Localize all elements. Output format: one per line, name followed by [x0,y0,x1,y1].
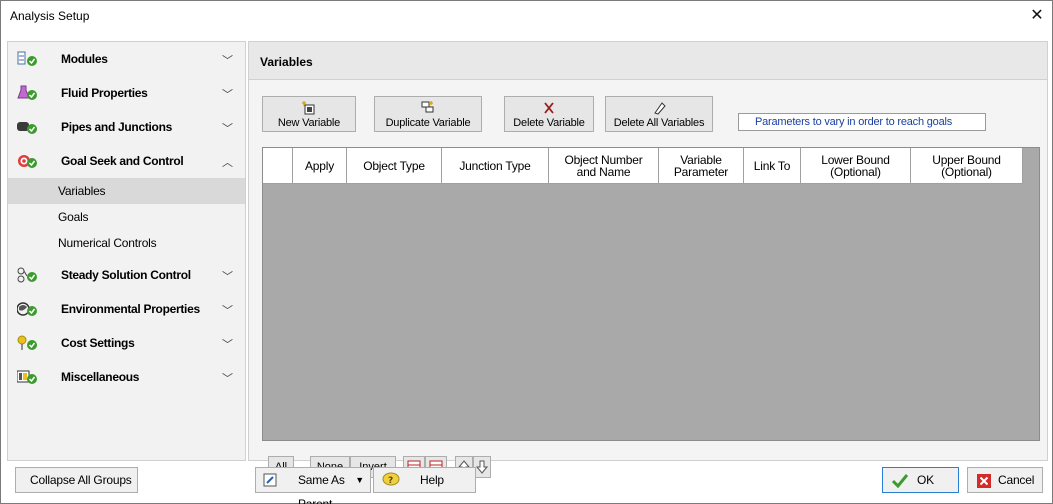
panel-header: Variables [249,42,1047,80]
delete-x-icon [505,101,593,115]
same-as-parent-dropdown[interactable]: Same As Parent ▼ [255,467,371,504]
variables-panel: Variables New Variable Duplicate Variabl… [248,41,1048,478]
chevron-down-icon: ﹀ [222,373,233,385]
column-header-select [263,148,293,184]
sidebar-group-label: Environmental Properties [61,302,200,316]
button-label: Delete All Variables [613,117,705,129]
sidebar-group-fluid-properties[interactable]: Fluid Properties ﹀ [8,76,245,110]
close-icon[interactable]: ✕ [1026,5,1048,27]
modules-icon [17,50,39,68]
delete-variable-button[interactable]: Delete Variable [504,96,594,132]
chevron-down-icon: ﹀ [222,339,233,351]
sidebar-group-miscellaneous[interactable]: Miscellaneous ﹀ [8,360,245,394]
ok-label: OK [917,473,934,487]
duplicate-icon [375,101,481,115]
ok-button[interactable]: OK [882,467,959,493]
column-header-apply[interactable]: Apply [293,148,347,184]
chevron-down-icon: ﹀ [222,55,233,67]
sidebar-group-environmental-properties[interactable]: Environmental Properties ﹀ [8,292,245,326]
button-label: Delete Variable [513,117,585,129]
globe-icon [16,300,39,318]
sidebar: Modules ﹀ Fluid Properties ﹀ Pipes and J… [7,41,246,461]
miscellaneous-icon [16,368,39,386]
chevron-down-icon: ﹀ [222,271,233,283]
new-variable-icon [263,101,355,115]
cancel-x-icon [977,474,991,488]
column-header-junction-type[interactable]: Junction Type [442,148,549,184]
new-variable-button[interactable]: New Variable [262,96,356,132]
sidebar-group-label: Fluid Properties [61,86,148,100]
sidebar-group-label: Steady Solution Control [61,268,191,282]
column-header-variable-parameter[interactable]: Variable Parameter [659,148,744,184]
sidebar-item-numerical-controls[interactable]: Numerical Controls [8,230,245,256]
chevron-up-icon: ︿ [222,157,233,169]
svg-text:?: ? [388,476,393,486]
button-label: Duplicate Variable [385,117,471,129]
solution-control-icon [17,266,39,284]
sidebar-group-label: Goal Seek and Control [61,154,184,168]
column-header-lower-bound[interactable]: Lower Bound (Optional) [801,148,911,184]
sidebar-group-goal-seek-and-control[interactable]: Goal Seek and Control ︿ [8,144,245,178]
title-bar: Analysis Setup ✕ [1,1,1052,31]
help-label: Help [420,473,444,487]
sidebar-item-variables[interactable]: Variables [8,178,245,204]
cost-icon [17,334,39,352]
sidebar-group-label: Miscellaneous [61,370,140,384]
delete-all-variables-button[interactable]: Delete All Variables [605,96,713,132]
table-header: Apply Object Type Junction Type Object N… [263,148,1039,184]
dropdown-arrow-icon: ▼ [355,475,364,485]
chevron-down-icon: ﹀ [222,89,233,101]
column-header-object-type[interactable]: Object Type [347,148,442,184]
pipe-icon [17,118,39,136]
flask-icon [17,84,39,102]
sidebar-group-pipes-and-junctions[interactable]: Pipes and Junctions ﹀ [8,110,245,144]
sidebar-item-goals[interactable]: Goals [8,204,245,230]
edit-icon [263,473,277,487]
duplicate-variable-button[interactable]: Duplicate Variable [374,96,482,132]
analysis-setup-window: Analysis Setup ✕ Modules ﹀ Fluid Propert… [0,0,1053,504]
cancel-button[interactable]: Cancel [967,467,1043,493]
column-header-link-to[interactable]: Link To [744,148,801,184]
header-filler [1023,148,1039,184]
variables-table[interactable]: Apply Object Type Junction Type Object N… [262,147,1040,441]
collapse-all-groups-button[interactable]: Collapse All Groups [15,467,138,493]
help-button[interactable]: ? Help [373,467,476,493]
column-header-object-number-and-name[interactable]: Object Number and Name [549,148,659,184]
sidebar-group-label: Modules [61,52,108,66]
sidebar-group-label: Pipes and Junctions [61,120,172,134]
panel-title: Variables [260,55,313,69]
sidebar-group-steady-solution-control[interactable]: Steady Solution Control ﹀ [8,258,245,292]
column-header-upper-bound[interactable]: Upper Bound (Optional) [911,148,1023,184]
sidebar-group-cost-settings[interactable]: Cost Settings ﹀ [8,326,245,360]
window-title: Analysis Setup [10,9,90,23]
help-icon: ? [382,472,400,486]
check-icon [892,474,908,488]
arrow-down-icon [475,460,489,474]
variables-hint: Parameters to vary in order to reach goa… [738,113,986,131]
chevron-down-icon: ﹀ [222,305,233,317]
sidebar-group-label: Cost Settings [61,336,135,350]
eraser-icon [606,101,712,115]
chevron-down-icon: ﹀ [222,123,233,135]
target-icon [17,152,39,170]
button-label: New Variable [277,117,341,129]
sidebar-group-modules[interactable]: Modules ﹀ [8,42,245,76]
cancel-label: Cancel [998,473,1035,487]
